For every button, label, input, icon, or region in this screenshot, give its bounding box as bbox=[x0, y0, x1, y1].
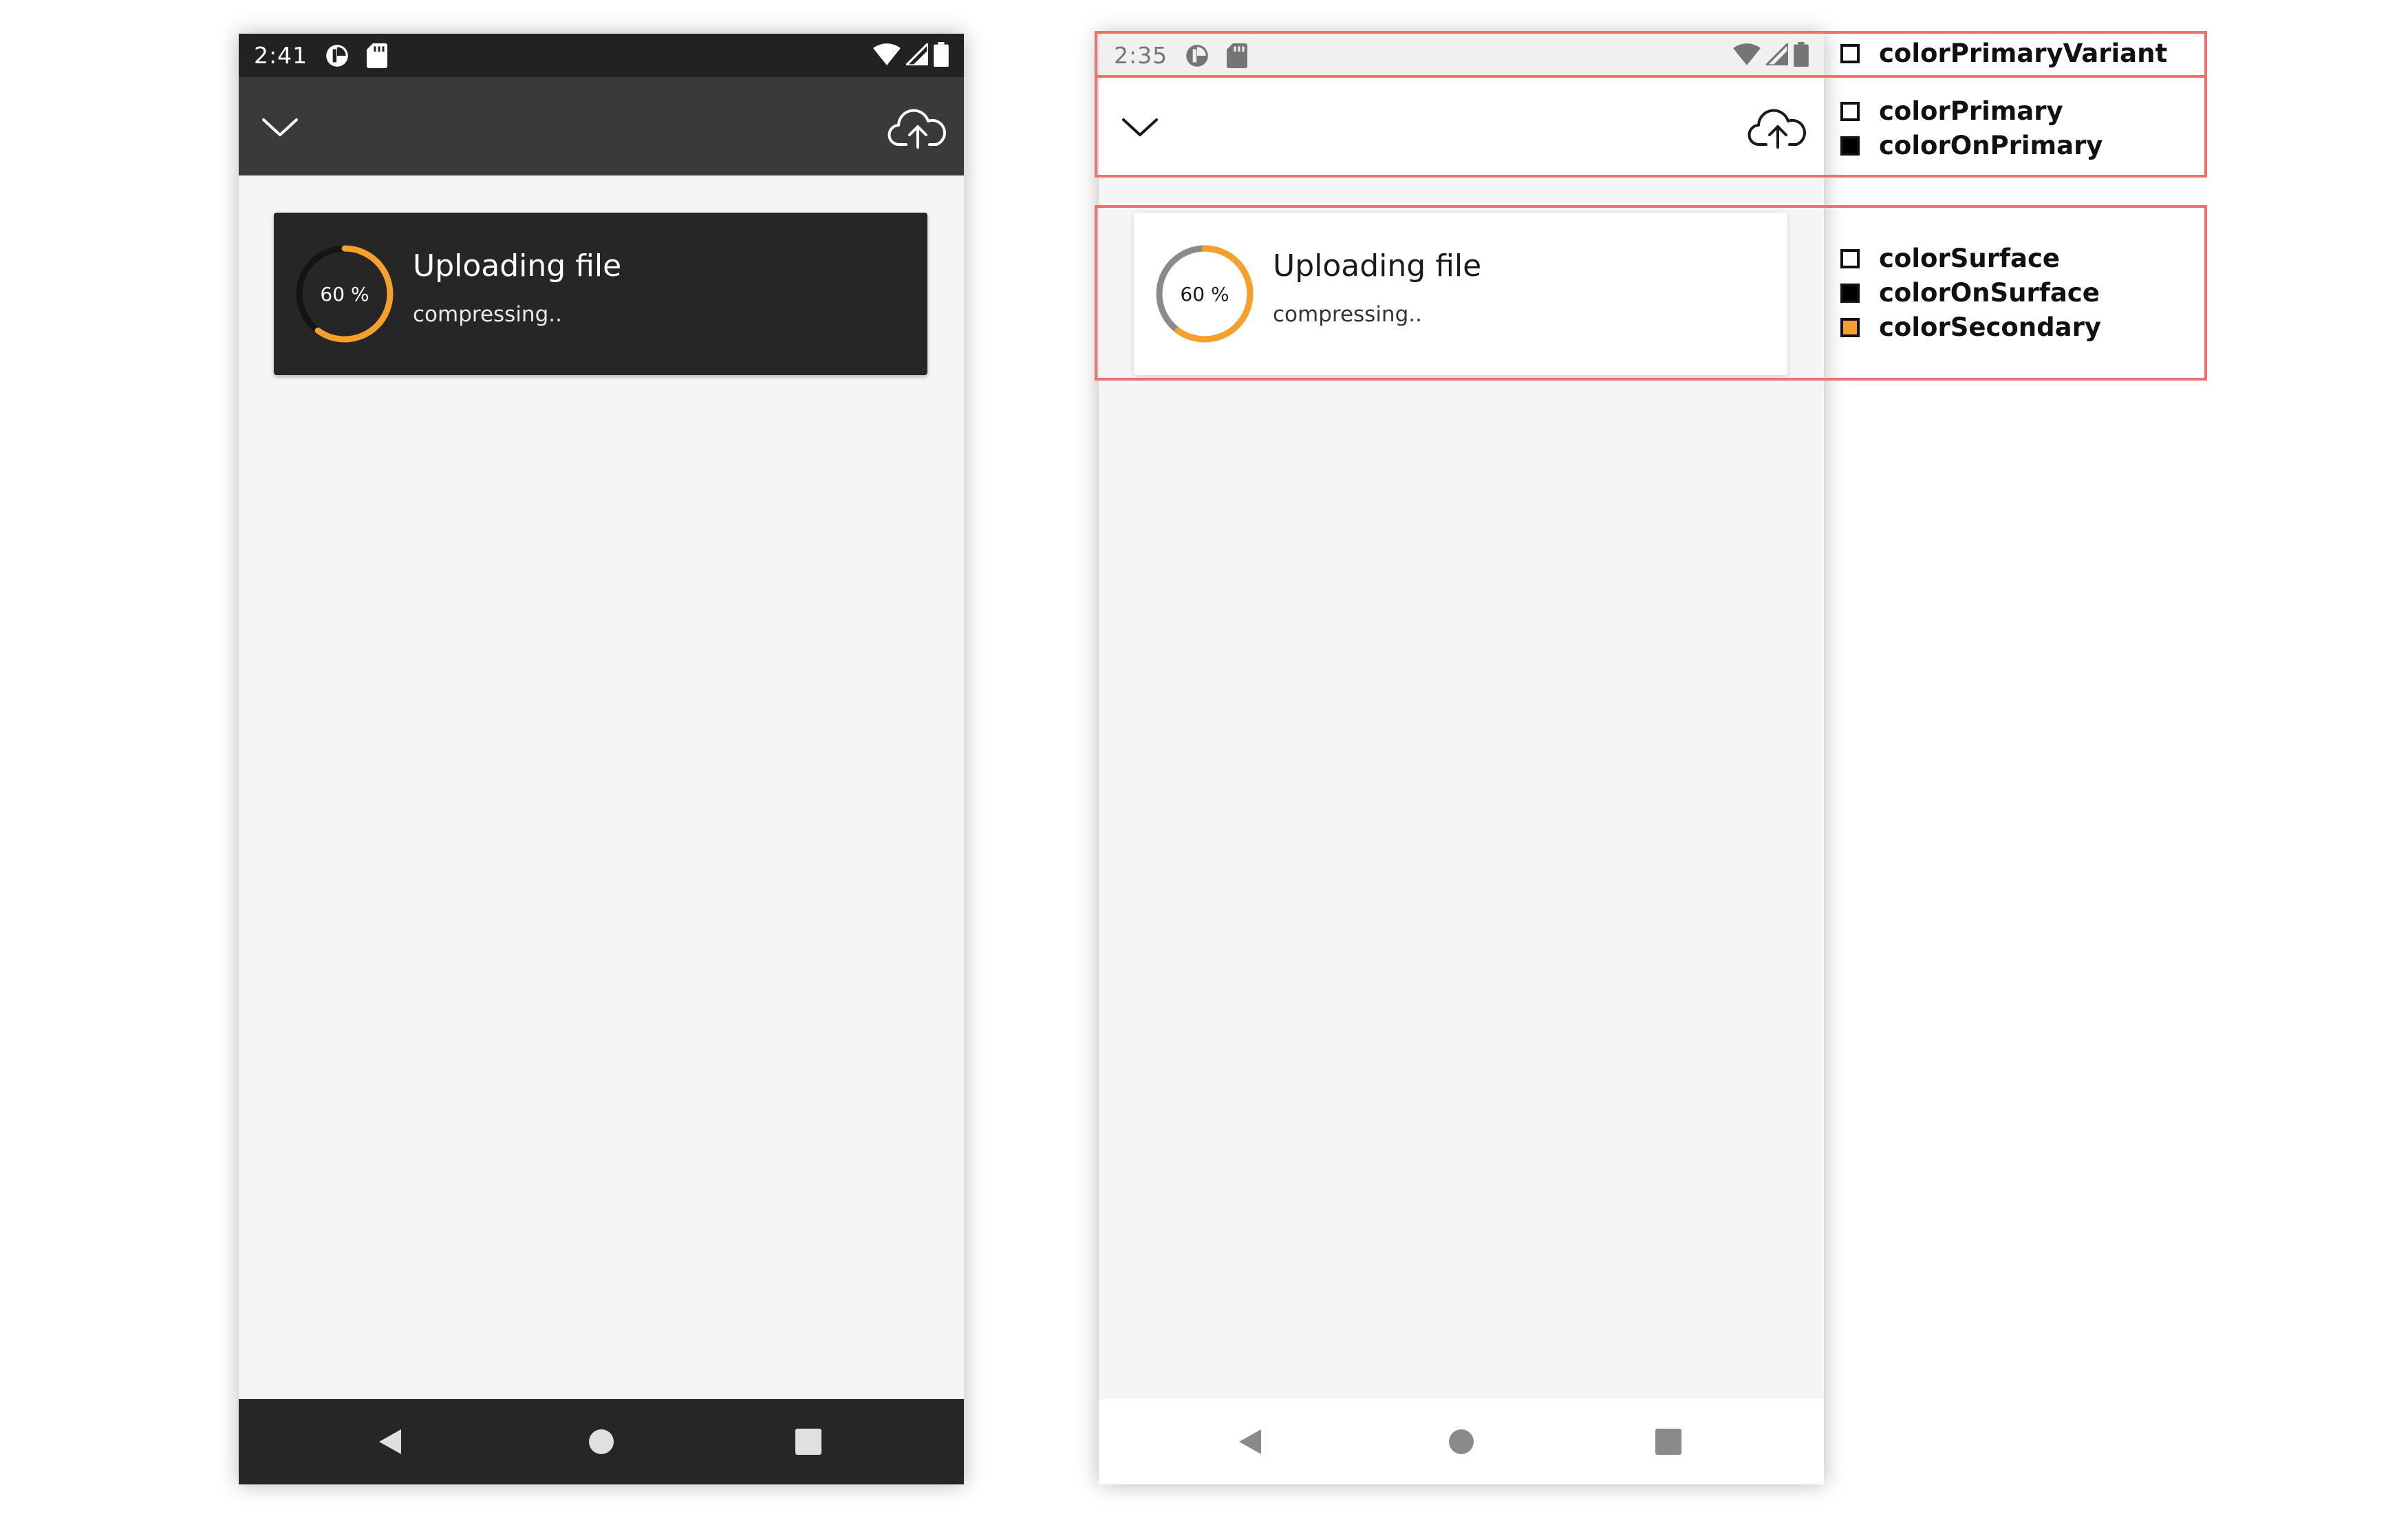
card-subtitle: compressing.. bbox=[413, 302, 562, 327]
toolbar-highlight bbox=[1095, 75, 2207, 178]
status-time: 2:41 bbox=[254, 42, 308, 69]
legend-label: colorSurface bbox=[1879, 244, 2061, 273]
sd-card-icon bbox=[367, 43, 388, 68]
toolbar bbox=[239, 77, 964, 175]
card-title: Uploading file bbox=[413, 248, 622, 284]
legend-label: colorOnPrimary bbox=[1879, 131, 2103, 160]
legend-label: colorOnSurface bbox=[1879, 278, 2100, 308]
swatch-color-secondary bbox=[1840, 317, 1860, 337]
chevron-down-icon[interactable] bbox=[258, 105, 302, 149]
status-bar: 2:41 bbox=[239, 34, 964, 77]
swatch-color-on-surface bbox=[1840, 283, 1860, 303]
home-icon[interactable] bbox=[1446, 1427, 1476, 1457]
legend-color-surface: colorSurface bbox=[1840, 244, 2060, 273]
upload-card[interactable]: 60 % Uploading file compressing.. bbox=[274, 213, 927, 375]
data-saver-icon bbox=[324, 43, 350, 69]
legend-label: colorSecondary bbox=[1879, 312, 2101, 342]
swatch-color-on-primary bbox=[1840, 136, 1860, 156]
legend-color-on-surface: colorOnSurface bbox=[1840, 278, 2100, 308]
legend-label: colorPrimary bbox=[1879, 96, 2063, 126]
back-icon[interactable] bbox=[375, 1427, 405, 1457]
back-icon[interactable] bbox=[1235, 1427, 1265, 1457]
legend-color-primary: colorPrimary bbox=[1840, 96, 2063, 126]
swatch-color-primary bbox=[1840, 101, 1860, 121]
legend-label: colorPrimaryVariant bbox=[1879, 39, 2168, 68]
recents-icon[interactable] bbox=[793, 1427, 824, 1457]
cloud-upload-icon[interactable] bbox=[887, 103, 949, 151]
cellular-signal-icon bbox=[903, 40, 929, 68]
legend-color-secondary: colorSecondary bbox=[1840, 312, 2101, 342]
battery-icon bbox=[934, 41, 949, 70]
home-icon[interactable] bbox=[586, 1427, 616, 1457]
legend-color-primary-variant: colorPrimaryVariant bbox=[1840, 39, 2167, 68]
wifi-icon bbox=[873, 43, 901, 68]
legend-color-on-primary: colorOnPrimary bbox=[1840, 131, 2103, 160]
navigation-bar bbox=[1099, 1399, 1824, 1484]
dark-theme-phone: 2:41 60 % Uploading file compressing.. bbox=[239, 34, 964, 1484]
circular-progress: 60 % bbox=[294, 244, 395, 344]
recents-icon[interactable] bbox=[1653, 1427, 1684, 1457]
swatch-color-surface bbox=[1840, 248, 1860, 268]
progress-label: 60 % bbox=[320, 282, 369, 306]
navigation-bar bbox=[239, 1399, 964, 1484]
swatch-color-primary-variant bbox=[1840, 43, 1860, 63]
